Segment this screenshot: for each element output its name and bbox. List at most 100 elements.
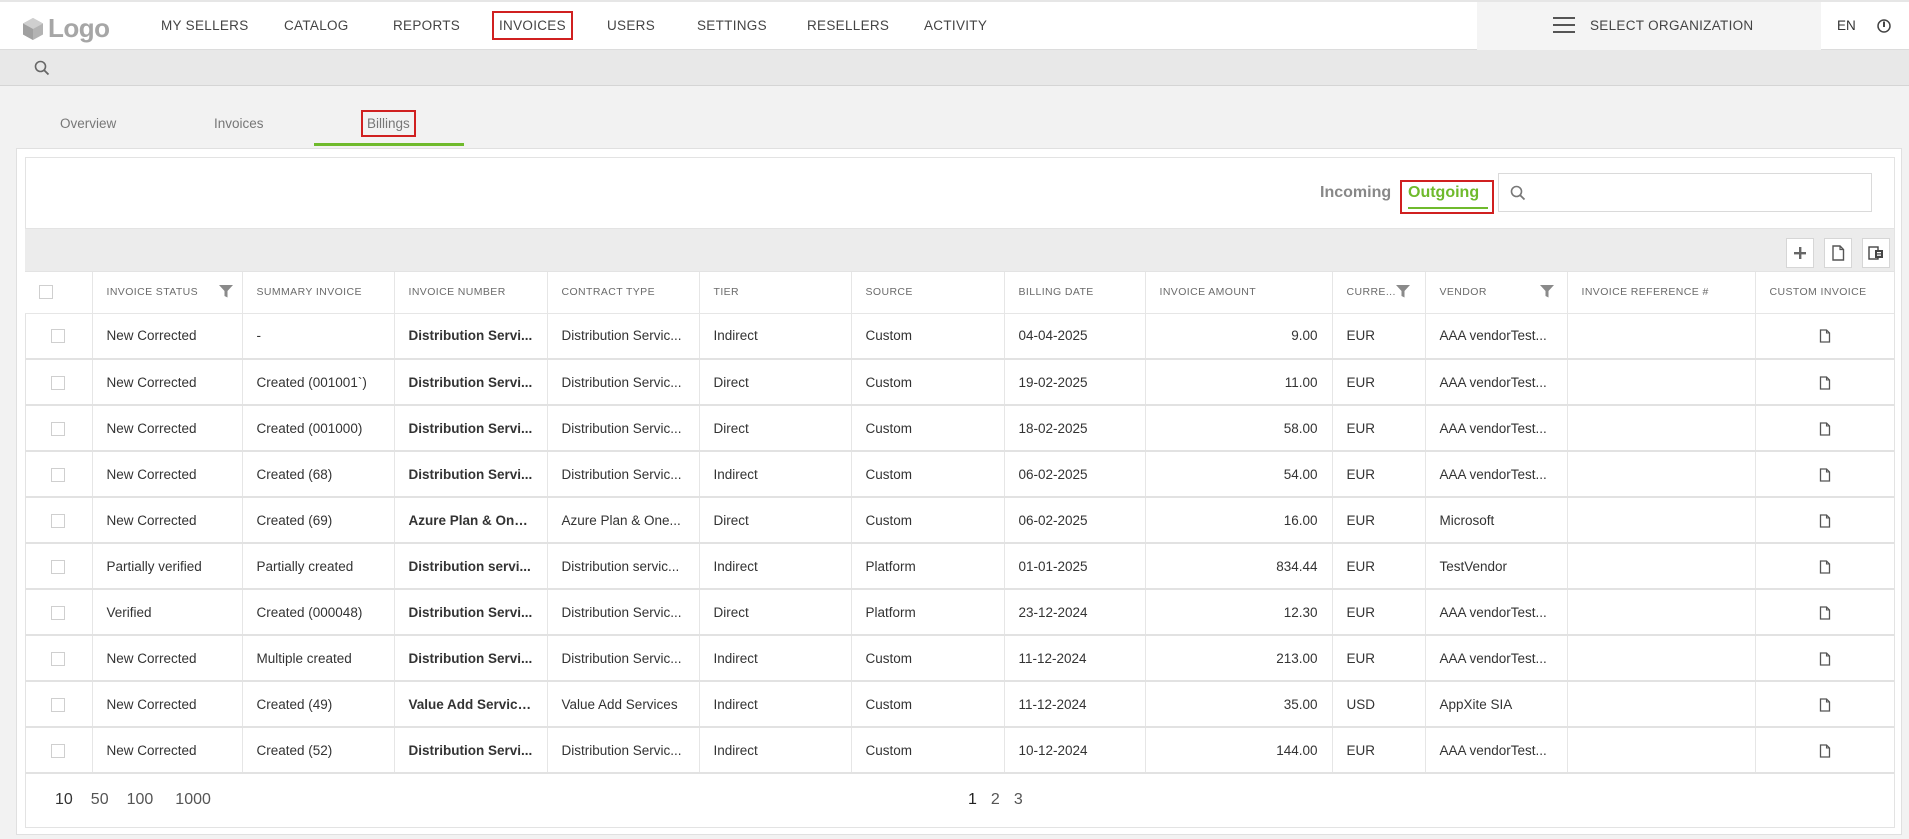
row-checkbox[interactable] [51, 651, 66, 666]
table-row[interactable]: New Corrected Created (52) Distribution Se… [25, 727, 1894, 774]
page-link[interactable]: 2 [991, 791, 1000, 809]
filter-icon[interactable] [1395, 285, 1410, 298]
column-header-currency[interactable]: CURRE... [1332, 272, 1426, 314]
incoming-toggle[interactable]: Incoming [1320, 184, 1391, 202]
document-icon[interactable] [1819, 744, 1831, 758]
cell-invoice-number[interactable]: Distribution Servi... [394, 313, 548, 360]
table-row[interactable]: New Corrected Multiple created Distributio… [25, 635, 1894, 682]
cell-invoice-number[interactable]: Azure Plan & One... [394, 497, 548, 544]
column-header-custom-invoice[interactable]: CUSTOM INVOICE [1755, 272, 1894, 314]
tab-invoices[interactable]: Invoices [214, 116, 264, 131]
nav-users[interactable]: USERS [607, 18, 655, 33]
page-size-option[interactable]: 50 [91, 791, 109, 809]
cell-vendor: AppXite SIA [1425, 681, 1568, 728]
cell-invoice-status: New Corrected [92, 727, 243, 774]
document-icon[interactable] [1819, 606, 1831, 620]
document-icon[interactable] [1819, 329, 1831, 344]
logo[interactable]: Logo [22, 13, 110, 44]
row-select-cell [25, 405, 93, 452]
row-checkbox[interactable] [51, 513, 66, 528]
column-header-summary-invoice[interactable]: SUMMARY INVOICE [242, 272, 395, 314]
row-checkbox[interactable] [51, 467, 66, 482]
column-header-billing-date[interactable]: BILLING DATE [1004, 272, 1146, 314]
document-icon[interactable] [1819, 468, 1831, 482]
search-icon[interactable] [34, 60, 50, 76]
cell-invoice-number[interactable]: Distribution Servi... [394, 727, 548, 774]
organization-selector[interactable]: SELECT ORGANIZATION [1477, 2, 1821, 50]
logo-text: Logo [48, 13, 110, 43]
row-checkbox[interactable] [51, 743, 66, 758]
nav-catalog[interactable]: CATALOG [284, 18, 349, 33]
page-link[interactable]: 3 [1014, 791, 1023, 809]
custom-invoice-cell [1755, 359, 1894, 406]
nav-my-sellers[interactable]: MY SELLERS [161, 18, 249, 33]
cell-invoice-reference [1567, 681, 1756, 728]
grid-search-input[interactable] [1537, 180, 1857, 206]
row-checkbox[interactable] [51, 421, 66, 436]
cell-currency: USD [1332, 681, 1426, 728]
table-row[interactable]: Verified Created (000048) Distribution Ser… [25, 589, 1894, 636]
row-checkbox[interactable] [51, 697, 66, 712]
cell-invoice-status: New Corrected [92, 635, 243, 682]
cell-invoice-reference [1567, 497, 1756, 544]
column-header-tier[interactable]: TIER [699, 272, 852, 314]
row-select-cell [25, 589, 93, 636]
column-header-vendor[interactable]: VENDOR [1425, 272, 1568, 314]
row-checkbox[interactable] [51, 329, 66, 344]
page-size-option[interactable]: 100 [127, 791, 154, 809]
column-header-source[interactable]: SOURCE [851, 272, 1005, 314]
language-selector[interactable]: EN [1837, 18, 1856, 33]
tab-overview[interactable]: Overview [60, 116, 116, 131]
table-row[interactable]: New Corrected - Distribution Servi... Distr… [25, 313, 1894, 360]
cell-billing-date: 11-12-2024 [1004, 681, 1146, 728]
cell-invoice-number[interactable]: Distribution Servi... [394, 359, 548, 406]
column-header-invoice-status[interactable]: INVOICE STATUS [92, 272, 243, 314]
table-row[interactable]: New Corrected Created (69) Azure Plan & On… [25, 497, 1894, 544]
row-checkbox[interactable] [51, 605, 66, 620]
cell-invoice-number[interactable]: Distribution Servi... [394, 589, 548, 636]
column-header-invoice-reference[interactable]: INVOICE REFERENCE # [1567, 272, 1756, 314]
table-row[interactable]: New Corrected Created (001000) Distributio… [25, 405, 1894, 452]
power-icon[interactable] [1877, 19, 1891, 33]
cell-invoice-number[interactable]: Distribution Servi... [394, 405, 548, 452]
nav-settings[interactable]: SETTINGS [697, 18, 767, 33]
row-checkbox[interactable] [51, 375, 66, 390]
table-row[interactable]: New Corrected Created (001001`) Distributi… [25, 359, 1894, 406]
grid-search-box[interactable] [1498, 173, 1872, 212]
nav-reports[interactable]: REPORTS [393, 18, 460, 33]
global-search-bar[interactable] [0, 50, 1909, 86]
document-icon[interactable] [1819, 560, 1831, 574]
document-icon[interactable] [1819, 652, 1831, 666]
export-button[interactable] [1862, 238, 1890, 268]
page-size-option[interactable]: 10 [55, 791, 73, 809]
table-row[interactable]: Partially verified Partially created Distr… [25, 543, 1894, 590]
row-checkbox[interactable] [51, 559, 66, 574]
page-link[interactable]: 1 [968, 791, 977, 809]
nav-invoices[interactable]: INVOICES [492, 11, 573, 40]
document-icon[interactable] [1819, 422, 1831, 436]
organization-label: SELECT ORGANIZATION [1590, 18, 1754, 33]
cell-invoice-number[interactable]: Distribution Servi... [394, 635, 548, 682]
table-row[interactable]: New Corrected Created (68) Distribution Se… [25, 451, 1894, 498]
filter-icon[interactable] [1539, 285, 1554, 298]
cell-invoice-number[interactable]: Distribution servi... [394, 543, 548, 590]
document-icon[interactable] [1819, 698, 1831, 712]
document-icon[interactable] [1819, 376, 1831, 390]
page-size-option[interactable]: 1000 [175, 791, 211, 809]
filter-icon[interactable] [218, 285, 233, 298]
cell-invoice-number[interactable]: Distribution Servi... [394, 451, 548, 498]
nav-resellers[interactable]: RESELLERS [807, 18, 889, 33]
nav-activity[interactable]: ACTIVITY [924, 18, 987, 33]
cell-contract-type: Distribution Servic... [547, 359, 700, 406]
cell-invoice-number[interactable]: Value Add Service... [394, 681, 548, 728]
tab-billings[interactable]: Billings [361, 110, 416, 137]
column-header-invoice-number[interactable]: INVOICE NUMBER [394, 272, 548, 314]
cell-tier: Direct [699, 359, 852, 406]
column-header-invoice-amount[interactable]: INVOICE AMOUNT [1145, 272, 1333, 314]
select-all-checkbox[interactable] [39, 285, 53, 300]
add-button[interactable] [1786, 238, 1814, 268]
table-row[interactable]: New Corrected Created (49) Value Add Servi… [25, 681, 1894, 728]
document-icon[interactable] [1819, 514, 1831, 528]
document-button[interactable] [1824, 238, 1852, 268]
column-header-contract-type[interactable]: CONTRACT TYPE [547, 272, 700, 314]
